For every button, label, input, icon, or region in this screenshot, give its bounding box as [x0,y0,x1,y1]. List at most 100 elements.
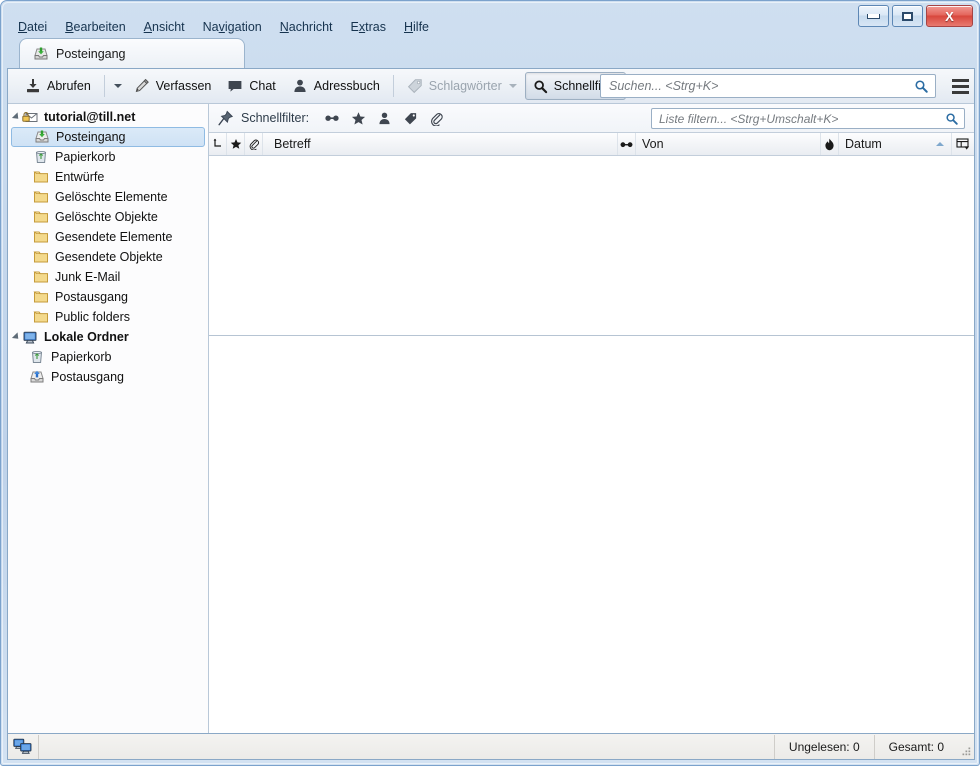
contact-filter-button[interactable] [371,107,397,130]
menu-datei[interactable]: Datei [9,18,56,36]
chevron-down-icon [508,84,517,88]
folder-label: Junk E-Mail [55,270,121,284]
message-pane-container: Schnellfilter: Liste filtern... <Strg+Um… [209,104,974,733]
folder-row-public-folders[interactable]: Public folders [8,307,208,327]
quickfilter-bar-label: Schnellfilter: [241,111,310,125]
network-status-button[interactable] [8,734,39,759]
folder-label: Postausgang [51,370,124,384]
folder-label: Papierkorb [51,350,112,364]
window-controls: X [858,5,973,27]
column-read-status[interactable] [618,133,636,155]
folder-row-posteingang[interactable]: Posteingang [11,127,205,147]
column-from[interactable]: Von [636,133,821,155]
get-messages-label: Abrufen [47,79,91,93]
folder-pane[interactable]: tutorial@till.net Posteingang Papierkorb… [8,104,209,733]
column-attachment[interactable] [245,133,263,155]
list-filter-input[interactable]: Liste filtern... <Strg+Umschalt+K> [651,108,965,129]
column-date[interactable]: Datum [839,133,952,155]
status-total: Gesamt: 0 [873,734,958,759]
column-subject[interactable]: Betreff [263,133,618,155]
get-messages-dropdown[interactable] [110,73,126,99]
quickfilter-bar: Schnellfilter: Liste filtern... <Strg+Um… [209,104,974,133]
trash-icon [29,349,45,365]
folder-row-lokal-papierkorb[interactable]: Papierkorb [8,347,208,367]
folder-icon [33,229,49,245]
maximize-button[interactable] [892,5,923,27]
folder-row-lokal-postausgang[interactable]: Postausgang [8,367,208,387]
search-icon [533,79,548,94]
pin-icon[interactable] [217,110,234,127]
resize-grip[interactable] [958,735,974,759]
folder-row-gesendete-elemente[interactable]: Gesendete Elemente [8,227,208,247]
list-filter-placeholder: Liste filtern... <Strg+Umschalt+K> [659,111,839,126]
column-header-row: Betreff Von Datum [209,133,974,156]
flame-icon [824,138,835,151]
folder-icon [33,189,49,205]
folder-row-gesendete-objekte[interactable]: Gesendete Objekte [8,247,208,267]
inbox-icon [34,129,50,145]
tab-strip: Posteingang [2,37,980,68]
download-mail-icon [25,78,41,94]
glasses-icon [619,139,634,150]
tag-button[interactable]: Schlagwörter [399,72,525,100]
menu-ansicht[interactable]: Ansicht [135,18,194,36]
network-icon [13,738,33,755]
message-list[interactable] [209,156,974,336]
folder-label: Gelöschte Elemente [55,190,168,204]
client-area: Abrufen Verfassen Chat Adressbuch Schlag… [7,68,975,734]
folder-icon [33,289,49,305]
star-icon [230,138,242,150]
folder-icon [33,169,49,185]
folder-row-entwuerfe[interactable]: Entwürfe [8,167,208,187]
folder-row-papierkorb[interactable]: Papierkorb [8,147,208,167]
close-button[interactable]: X [926,5,973,27]
search-input[interactable]: Suchen... <Strg+K> [600,74,936,98]
sort-ascending-icon [936,142,944,146]
tag-icon [407,78,423,94]
column-starred[interactable] [227,133,245,155]
menu-extras[interactable]: Extras [342,18,395,36]
account-row-tutorial[interactable]: tutorial@till.net [8,107,208,127]
hamburger-bar [951,79,969,82]
collapse-triangle-icon[interactable] [11,112,22,122]
thread-icon [212,138,223,150]
toolbar-separator-1 [103,75,105,97]
menu-bearbeiten[interactable]: Bearbeiten [56,18,134,36]
folder-row-postausgang[interactable]: Postausgang [8,287,208,307]
compose-button[interactable]: Verfassen [126,72,220,100]
search-icon [945,112,959,126]
attachment-filter-button[interactable] [423,107,449,130]
starred-filter-button[interactable] [345,107,371,130]
status-message-area [39,735,774,759]
column-thread[interactable] [209,133,227,155]
app-menu-button[interactable] [948,75,972,98]
collapse-triangle-icon[interactable] [11,332,22,342]
menu-navigation[interactable]: Navigation [194,18,271,36]
folder-row-geloeschte-elemente[interactable]: Gelöschte Elemente [8,187,208,207]
tab-posteingang[interactable]: Posteingang [19,38,245,68]
minimize-button[interactable] [858,5,889,27]
get-messages-button[interactable]: Abrufen [17,72,99,100]
column-junk[interactable] [821,133,839,155]
message-preview-pane[interactable] [209,337,974,733]
chat-label: Chat [249,79,276,93]
unread-filter-button[interactable] [319,107,345,130]
folder-label: Public folders [55,310,131,324]
addressbook-button[interactable]: Adressbuch [284,72,388,100]
search-icon [914,79,929,94]
tag-filter-button[interactable] [397,107,423,130]
folder-icon [33,269,49,285]
chat-button[interactable]: Chat [219,72,283,100]
column-picker-button[interactable] [952,133,974,155]
status-unread: Ungelesen: 0 [773,734,874,759]
main-toolbar: Abrufen Verfassen Chat Adressbuch Schlag… [8,69,974,104]
compose-label: Verfassen [155,79,212,93]
menu-hilfe[interactable]: Hilfe [395,18,438,36]
folder-icon [33,309,49,325]
folder-row-geloeschte-objekte[interactable]: Gelöschte Objekte [8,207,208,227]
close-icon: X [945,8,954,24]
folder-label: Posteingang [56,130,126,144]
menu-nachricht[interactable]: Nachricht [271,18,342,36]
folder-row-junk-email[interactable]: Junk E-Mail [8,267,208,287]
account-row-lokale-ordner[interactable]: Lokale Ordner [8,327,208,347]
